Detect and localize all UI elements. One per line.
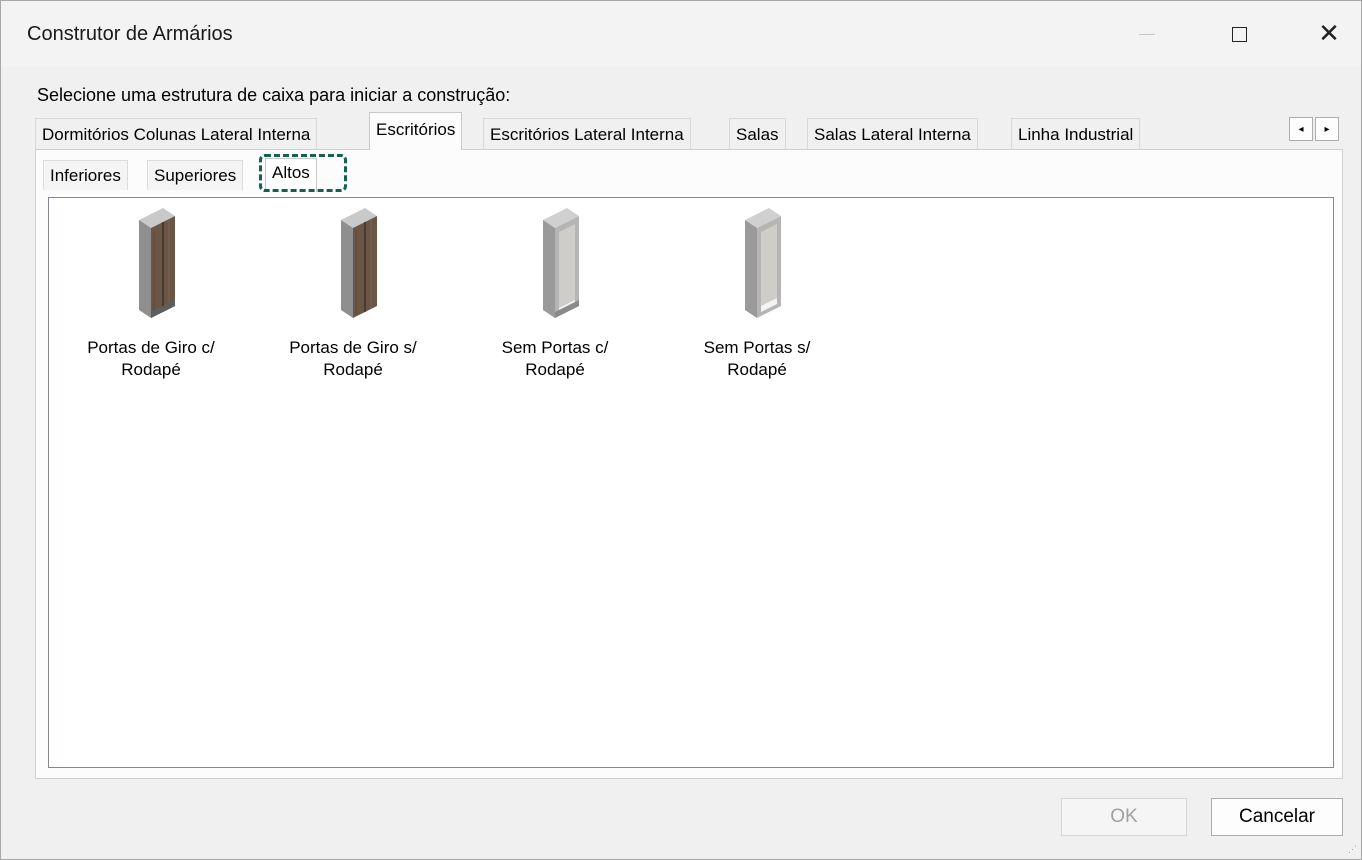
cabinet-wood-doors-icon — [341, 208, 377, 318]
cancel-button[interactable]: Cancelar — [1211, 798, 1343, 836]
window-title: Construtor de Armários — [27, 23, 233, 45]
scroll-left-button[interactable]: ◂ — [1289, 117, 1313, 141]
item-label: Sem Portas c/ Rodapé — [501, 338, 609, 379]
cabinet-wood-doors-plinth-icon — [139, 208, 175, 318]
cabinet-list: Portas de Giro c/ Rodapé Portas de Giro … — [48, 197, 1334, 768]
instruction-label: Selecione uma estrutura de caixa para in… — [37, 85, 511, 105]
close-button[interactable]: ✕ — [1299, 9, 1359, 59]
maximize-button[interactable] — [1209, 9, 1269, 59]
maximize-icon — [1231, 26, 1247, 42]
title-bar: Construtor de Armários ✕ — [1, 1, 1361, 67]
tab-salas[interactable]: Salas — [729, 118, 786, 150]
list-item-sem-portas-s-rodape[interactable]: Sem Portas s/ Rodapé — [667, 206, 847, 381]
tab-salas-lateral-interna[interactable]: Salas Lateral Interna — [807, 118, 978, 150]
list-item-sem-portas-c-rodape[interactable]: Sem Portas c/ Rodapé — [465, 206, 645, 381]
tab-scroll-arrows: ◂ ▸ — [1289, 117, 1341, 141]
ok-button[interactable]: OK — [1061, 798, 1187, 836]
resize-grip-icon[interactable]: ⋰ — [1348, 844, 1357, 855]
scroll-right-button[interactable]: ▸ — [1315, 117, 1339, 141]
item-label: Portas de Giro s/ Rodapé — [289, 338, 417, 379]
altos-highlight-marker — [259, 154, 347, 192]
tab-escritorios-lateral-interna[interactable]: Escritórios Lateral Interna — [483, 118, 691, 150]
list-item-portas-giro-s-rodape[interactable]: Portas de Giro s/ Rodapé — [263, 206, 443, 381]
item-label: Sem Portas s/ Rodapé — [703, 338, 811, 379]
tab-dormitorios-colunas-lateral-interna[interactable]: Dormitórios Colunas Lateral Interna — [35, 118, 318, 150]
cabinet-open-plinth-icon — [543, 208, 579, 318]
close-icon: ✕ — [1318, 19, 1340, 49]
tab-linha-industrial[interactable]: Linha Industrial — [1011, 118, 1141, 150]
cabinet-open-icon — [745, 208, 781, 318]
subtab-superiores[interactable]: Superiores — [147, 160, 244, 190]
minimize-button — [1117, 9, 1177, 59]
minimize-icon — [1139, 33, 1155, 35]
dialog-window: Construtor de Armários ✕ Selecione uma e… — [0, 0, 1362, 860]
subtab-inferiores[interactable]: Inferiores — [43, 160, 128, 190]
item-label: Portas de Giro c/ Rodapé — [87, 338, 215, 379]
list-item-portas-giro-c-rodape[interactable]: Portas de Giro c/ Rodapé — [61, 206, 241, 381]
tab-escritorios[interactable]: Escritórios — [369, 112, 463, 150]
